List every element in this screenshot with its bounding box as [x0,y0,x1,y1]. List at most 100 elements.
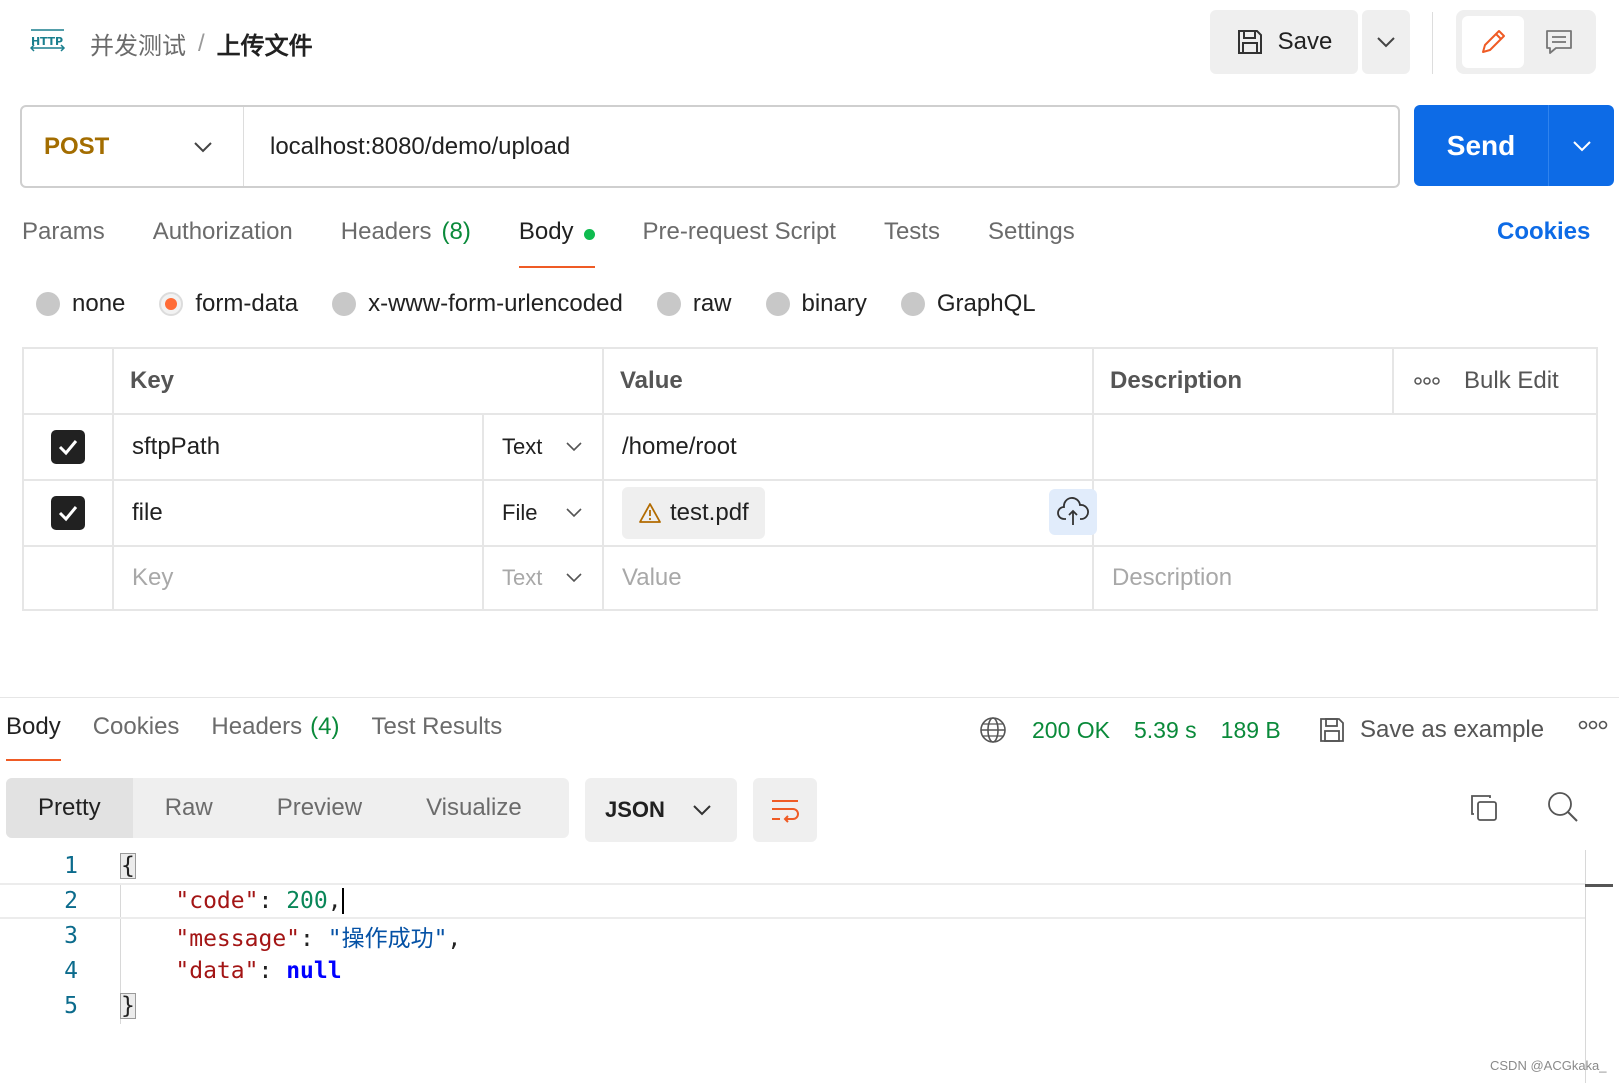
line-number: 4 [64,958,78,984]
text-cursor [341,888,344,915]
save-as-example-button[interactable]: Save as example [1318,713,1544,747]
code-line-current: 2 "code": 200, [0,883,1585,919]
view-mode-pretty[interactable]: Pretty [6,778,133,838]
body-type-urlencoded[interactable]: x-www-form-urlencoded [332,290,623,318]
body-type-none[interactable]: none [36,290,125,318]
table-new-row: Key Text Value Description [24,547,1596,609]
tab-pre-request-script[interactable]: Pre-request Script [643,218,836,268]
status-code[interactable]: 200 OK [1032,717,1110,744]
radio-icon [656,292,681,316]
body-type-raw[interactable]: raw [656,290,732,318]
new-description-input[interactable]: Description [1094,547,1598,609]
request-tabs: Params Authorization Headers (8) Body Pre… [22,218,1123,268]
response-tab-cookies[interactable]: Cookies [93,713,180,761]
tab-label: Body [518,218,574,245]
json-string: "操作成功" [327,926,448,952]
param-description[interactable] [1094,481,1598,545]
format-select[interactable]: JSON [585,778,737,842]
comments-button[interactable] [1528,16,1590,68]
save-button[interactable]: Save [1210,10,1358,74]
code-line: 4 "data": null [0,953,1585,989]
tab-settings[interactable]: Settings [988,218,1075,268]
response-size[interactable]: 189 B [1221,717,1281,744]
param-file-value: test.pdf [604,481,1094,545]
tab-body[interactable]: Body [518,218,595,268]
edit-mode-button[interactable] [1462,16,1524,68]
tab-params[interactable]: Params [22,218,105,268]
tab-label: Authorization [152,218,293,245]
file-name: test.pdf [670,499,749,526]
scrollbar-marker [1585,884,1613,887]
new-value-input[interactable]: Value [604,547,1094,609]
tab-headers[interactable]: Headers (8) [341,218,471,268]
url-input[interactable]: localhost:8080/demo/upload [244,133,570,161]
json-number: 200 [286,887,328,914]
radio-selected-icon [159,292,184,316]
wrap-lines-icon [769,796,801,824]
file-chip[interactable]: test.pdf [622,487,765,539]
save-label: Save [1277,28,1333,55]
param-description[interactable] [1094,415,1598,479]
param-key[interactable]: sftpPath [114,415,484,479]
editor-mode-toggle [1456,10,1596,74]
response-body-editor[interactable]: 1 { 2 "code": 200, 3 "message": "操作成功", … [0,848,1619,1048]
response-tab-test-results[interactable]: Test Results [371,713,502,761]
request-title[interactable]: 上传文件 [217,26,313,61]
tab-authorization[interactable]: Authorization [153,218,293,268]
response-tabs: Body Cookies Headers (4) Test Results [6,713,534,761]
param-value[interactable]: /home/root [604,415,1094,479]
http-icon: HTTP [30,26,66,56]
param-type-select[interactable]: Text [484,415,604,479]
new-key-input[interactable]: Key [114,547,484,609]
wrap-lines-button[interactable] [753,778,817,842]
method-select[interactable]: POST [22,107,244,186]
comment-icon [1544,27,1574,57]
view-mode-tabs: Pretty Raw Preview Visualize [6,778,569,838]
line-number: 3 [64,923,78,949]
response-tab-body[interactable]: Body [6,713,61,761]
response-time[interactable]: 5.39 s [1134,717,1197,744]
param-key[interactable]: file [114,481,484,545]
table-row: file File test.pdf [24,481,1596,547]
chevron-down-icon [566,508,582,518]
search-icon[interactable] [1546,790,1580,824]
body-type-graphql[interactable]: GraphQL [900,290,1036,318]
save-options-button[interactable] [1362,10,1410,74]
tab-label: Tests [883,218,940,245]
radio-label: GraphQL [936,290,1036,317]
copy-icon[interactable] [1468,792,1500,824]
row-checkbox[interactable] [51,430,85,464]
body-type-binary[interactable]: binary [765,290,867,318]
view-mode-preview[interactable]: Preview [245,778,394,838]
chevron-down-icon [1572,140,1592,152]
more-options-icon[interactable] [1578,720,1608,730]
send-button[interactable]: Send [1414,105,1549,186]
bulk-edit-button[interactable]: Bulk Edit [1464,367,1559,395]
row-checkbox[interactable] [51,496,85,530]
view-mode-raw[interactable]: Raw [133,778,245,838]
tab-tests[interactable]: Tests [884,218,940,268]
body-type-selector: none form-data x-www-form-urlencoded raw… [36,290,1070,318]
radio-icon [765,292,790,316]
response-tab-headers[interactable]: Headers (4) [211,713,339,761]
json-colon: : [258,887,287,914]
save-as-example-label: Save as example [1360,716,1545,743]
json-key: "code" [175,887,259,914]
body-type-form-data[interactable]: form-data [159,290,298,318]
table-row: sftpPath Text /home/root [24,415,1596,481]
param-type-select[interactable]: File [484,481,604,545]
tab-label: Settings [987,218,1075,245]
breadcrumb-parent[interactable]: 并发测试 [90,26,186,61]
new-type-select[interactable]: Text [484,547,604,609]
send-group: Send [1414,105,1614,186]
url-bar: POST localhost:8080/demo/upload [20,105,1400,188]
globe-icon[interactable] [978,715,1008,745]
code-line: 3 "message": "操作成功", [0,918,1585,954]
cookies-link[interactable]: Cookies [1497,218,1590,246]
send-options-button[interactable] [1549,105,1614,186]
upload-file-button[interactable] [1049,489,1097,535]
param-type-label: File [502,500,538,525]
svg-text:HTTP: HTTP [31,35,63,48]
more-options-icon[interactable] [1414,377,1440,385]
view-mode-visualize[interactable]: Visualize [394,778,554,838]
